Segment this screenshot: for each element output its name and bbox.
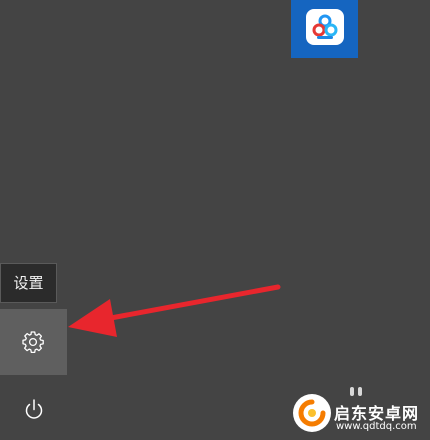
settings-button[interactable]	[0, 309, 67, 375]
power-button[interactable]	[0, 385, 67, 435]
watermark-logo-icon	[293, 394, 331, 432]
app-tile-baidu-netdisk[interactable]	[291, 0, 358, 58]
gear-icon	[22, 331, 44, 354]
power-icon	[25, 399, 43, 419]
settings-tooltip: 设置	[0, 263, 57, 303]
watermark-url: www.qdtdq.com	[336, 421, 417, 432]
baidu-netdisk-icon	[306, 9, 344, 45]
watermark: 启东安卓网 www.qdtdq.com	[287, 384, 430, 440]
